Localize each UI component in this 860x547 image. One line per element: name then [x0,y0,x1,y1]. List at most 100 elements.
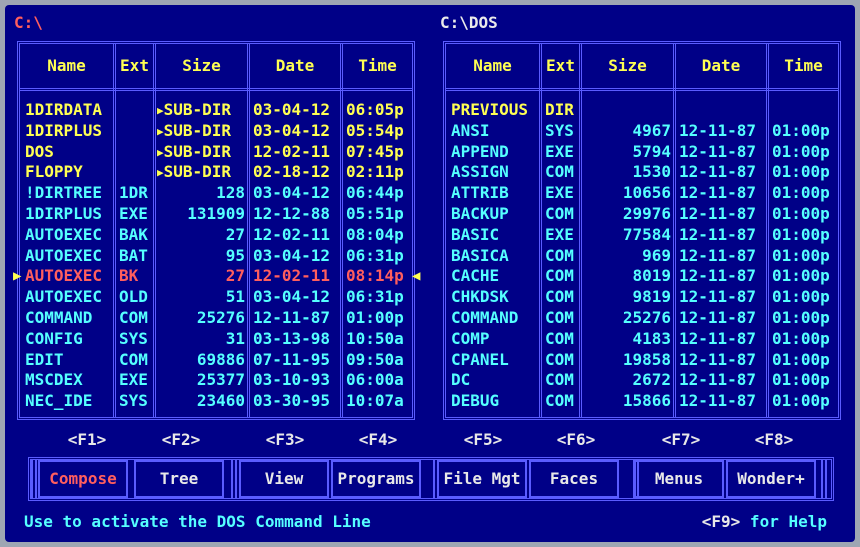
right-file-row[interactable]: ANSI SYS 4967 12-11-87 01:00p [446,121,838,141]
right-file-row[interactable]: CPANEL COM 19858 12-11-87 01:00p [446,350,838,370]
right-file-row[interactable]: ATTRIB EXE 10656 12-11-87 01:00p [446,183,838,203]
left-file-row[interactable]: !DIRTREE 1DR 128 03-04-12 06:44p [20,183,412,203]
cell-ext: EXE [119,204,148,223]
left-file-row[interactable]: 1DIRDATA ▶SUB-DIR 03-04-12 06:05p [20,100,412,120]
cell-size: 2672 [632,370,671,390]
cell-size: 23460 [196,391,245,411]
cell-name: CONFIG [25,328,83,348]
cell-ext: COM [545,328,574,348]
left-panel-path: C:\ [14,13,43,32]
cell-time: 01:00p [772,245,830,265]
cell-time: 01:00p [772,370,830,390]
cell-ext: EXE [545,224,574,244]
left-file-row[interactable]: AUTOEXEC BK 27 12-02-11 08:14p ▶ ◀ [13,266,420,286]
cell-size: 27 [225,224,245,244]
cell-ext: COM [545,162,574,182]
cell-size: 25276 [196,308,245,327]
cell-ext: EXE [119,370,148,390]
selection-left-marker-icon: ▶ [13,268,22,285]
faces-button[interactable]: Faces [529,460,619,498]
help-hint[interactable]: <F9> for Help [702,512,827,532]
cell-time: 08:04p [346,224,404,244]
cell-time: 02:11p [346,162,404,182]
right-file-row[interactable]: BASICA COM 969 12-11-87 01:00p [446,246,838,266]
cell-name: ANSI [451,120,490,140]
cell-time: 06:05p [346,100,404,119]
left-header-name[interactable]: Name [20,56,113,76]
cell-name: COMP [451,328,490,348]
cell-date: 03-30-95 [253,391,331,411]
cell-time: 10:50a [346,328,404,348]
left-file-row[interactable]: CONFIG SYS 31 03-13-98 10:50a [20,329,412,349]
cell-name: AUTOEXEC [25,224,103,244]
view-button[interactable]: View [239,460,329,498]
right-file-row[interactable]: CHKDSK COM 9819 12-11-87 01:00p [446,287,838,307]
cell-ext: COM [545,287,574,307]
compose-button[interactable]: Compose [38,460,128,498]
right-file-row[interactable]: DEBUG COM 15866 12-11-87 01:00p [446,391,838,411]
left-file-row[interactable]: 1DIRPLUS ▶SUB-DIR 03-04-12 05:54p [20,121,412,141]
left-header-date[interactable]: Date [250,56,340,76]
menus-button[interactable]: Menus [634,460,724,498]
cell-time: 06:31p [346,245,404,265]
right-header-date[interactable]: Date [676,56,766,76]
left-file-row[interactable]: AUTOEXEC OLD 51 03-04-12 06:31p [20,287,412,307]
cell-name: CACHE [451,266,500,286]
left-file-row[interactable]: MSCDEX EXE 25377 03-10-93 06:00a [20,370,412,390]
right-file-row[interactable]: ASSIGN COM 1530 12-11-87 01:00p [446,162,838,182]
cell-size: ▶SUB-DIR [157,100,245,120]
cell-name: CHKDSK [451,287,509,307]
cell-date: 03-04-12 [253,287,331,307]
function-key-label-f4: <F4> [358,430,398,449]
function-key-label-f6: <F6> [556,430,596,449]
right-file-row[interactable]: DC COM 2672 12-11-87 01:00p [446,370,838,390]
right-header-name[interactable]: Name [446,56,539,76]
tree-button[interactable]: Tree [134,460,224,498]
left-header-size[interactable]: Size [156,56,247,76]
cell-date: 12-11-87 [679,308,757,327]
help-key: <F9> [701,512,741,531]
cell-date: 12-02-11 [253,266,331,286]
cell-time: 01:00p [772,266,830,286]
left-file-row[interactable]: 1DIRPLUS EXE 131909 12-12-88 05:51p [20,204,412,224]
programs-button[interactable]: Programs [331,460,421,498]
left-file-panel[interactable]: Name Ext Size Date Time 1DIRDATA ▶SUB-DIR… [13,41,420,420]
cell-ext: OLD [119,287,148,307]
right-file-row[interactable]: PREVIOUS DIR [446,100,838,120]
left-header-time[interactable]: Time [343,56,412,76]
left-file-row[interactable]: AUTOEXEC BAT 95 03-04-12 06:31p [20,246,412,266]
cell-name: NEC_IDE [25,391,93,411]
left-file-row[interactable]: COMMAND COM 25276 12-11-87 01:00p [20,308,412,328]
right-file-row[interactable]: COMP COM 4183 12-11-87 01:00p [446,329,838,349]
right-file-row[interactable]: COMMAND COM 25276 12-11-87 01:00p [446,308,838,328]
cell-size: 4967 [632,120,671,140]
cell-ext: BAK [119,224,148,244]
cell-size: ▶SUB-DIR [157,142,245,162]
cell-time: 05:54p [346,120,404,140]
left-file-row[interactable]: DOS ▶SUB-DIR 12-02-11 07:45p [20,142,412,162]
left-file-row[interactable]: FLOPPY ▶SUB-DIR 02-18-12 02:11p [20,162,412,182]
cell-date: 12-02-11 [253,224,331,244]
wonder-button[interactable]: Wonder+ [726,460,816,498]
right-header-time[interactable]: Time [769,56,838,76]
cell-date: 03-13-98 [253,328,331,348]
left-file-row[interactable]: EDIT COM 69886 07-11-95 09:50a [20,350,412,370]
cell-time: 01:00p [772,308,830,327]
right-header-size[interactable]: Size [582,56,673,76]
left-file-row[interactable]: NEC_IDE SYS 23460 03-30-95 10:07a [20,391,412,411]
right-file-row[interactable]: BACKUP COM 29976 12-11-87 01:00p [446,204,838,224]
cell-time: 01:00p [772,328,830,348]
cell-ext: COM [545,204,574,223]
right-file-panel[interactable]: Name Ext Size Date Time PREVIOUS DIR ANSI S… [443,41,841,420]
file-mgt-button[interactable]: File Mgt [437,460,527,498]
right-file-row[interactable]: BASIC EXE 77584 12-11-87 01:00p [446,225,838,245]
right-file-row[interactable]: APPEND EXE 5794 12-11-87 01:00p [446,142,838,162]
right-header-ext[interactable]: Ext [542,56,579,76]
left-header-ext[interactable]: Ext [116,56,153,76]
cell-size: 19858 [622,349,671,369]
cell-name: 1DIRPLUS [25,204,103,223]
left-file-row[interactable]: AUTOEXEC BAK 27 12-02-11 08:04p [20,225,412,245]
cell-ext: DIR [545,100,574,119]
cell-time: 08:14p [346,266,404,286]
right-file-row[interactable]: CACHE COM 8019 12-11-87 01:00p [446,266,838,286]
